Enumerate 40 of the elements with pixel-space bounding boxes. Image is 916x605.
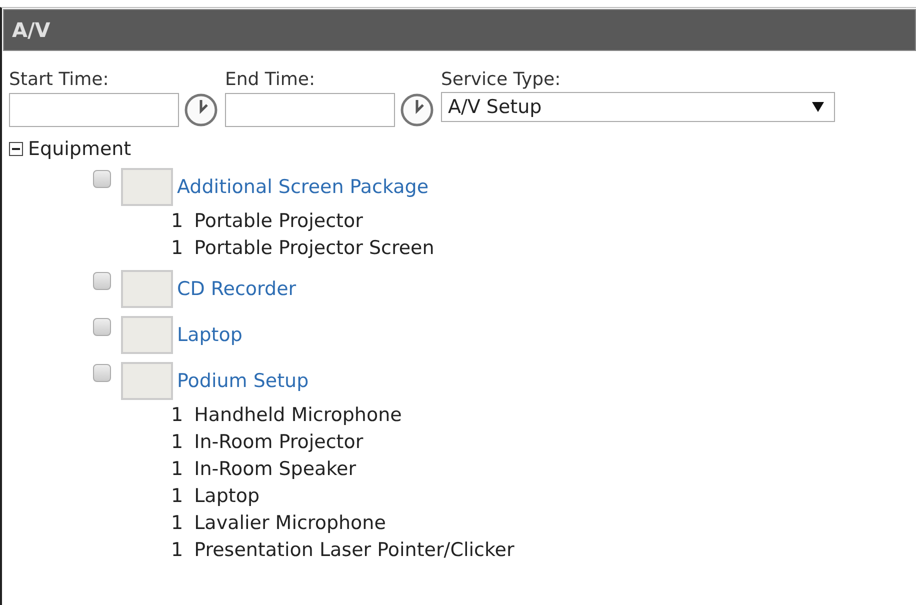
equipment-name: Portable Projector <box>194 209 363 234</box>
quantity-field[interactable] <box>121 362 173 400</box>
equipment-name: Handheld Microphone <box>194 403 402 428</box>
package-link[interactable]: CD Recorder <box>177 278 296 300</box>
field-label: Start Time: <box>9 69 110 90</box>
quantity-text: 1 <box>171 457 184 482</box>
quantity-field[interactable] <box>121 270 173 308</box>
quantity-text: 1 <box>171 511 184 536</box>
equipment-name: In-Room Speaker <box>194 457 356 482</box>
quantity-text: 1 <box>171 236 184 261</box>
equipment-name: Laptop <box>194 484 260 509</box>
checkbox[interactable] <box>93 318 111 336</box>
collapse-icon[interactable] <box>9 142 23 156</box>
field-label: Service Type: <box>441 69 562 90</box>
quantity-text: 1 <box>171 430 184 455</box>
time-input[interactable] <box>9 93 179 127</box>
package-link[interactable]: Additional Screen Package <box>177 176 429 198</box>
quantity-field[interactable] <box>121 168 173 206</box>
checkbox[interactable] <box>93 364 111 382</box>
quantity-text: 1 <box>171 484 184 509</box>
equipment-name: Presentation Laser Pointer/Clicker <box>194 538 514 563</box>
clock-icon[interactable] <box>399 92 435 128</box>
panel-title: A/V <box>12 18 50 42</box>
tree-label: Equipment <box>28 138 132 160</box>
clock-icon[interactable] <box>183 92 219 128</box>
quantity-text: 1 <box>171 403 184 428</box>
quantity-text: 1 <box>171 209 184 234</box>
service-type-dropdown[interactable]: A/V Setup <box>441 92 835 122</box>
package-link[interactable]: Podium Setup <box>177 370 309 392</box>
equipment-name: Portable Projector Screen <box>194 236 434 261</box>
package-link[interactable]: Laptop <box>177 324 242 346</box>
checkbox[interactable] <box>93 272 111 290</box>
equipment-name: Lavalier Microphone <box>194 511 386 536</box>
equipment-name: In-Room Projector <box>194 430 364 455</box>
caret-icon[interactable] <box>812 102 824 112</box>
quantity-text: 1 <box>171 538 184 563</box>
quantity-field[interactable] <box>121 316 173 354</box>
field-label: End Time: <box>225 69 316 90</box>
time-input[interactable] <box>225 93 395 127</box>
checkbox[interactable] <box>93 170 111 188</box>
